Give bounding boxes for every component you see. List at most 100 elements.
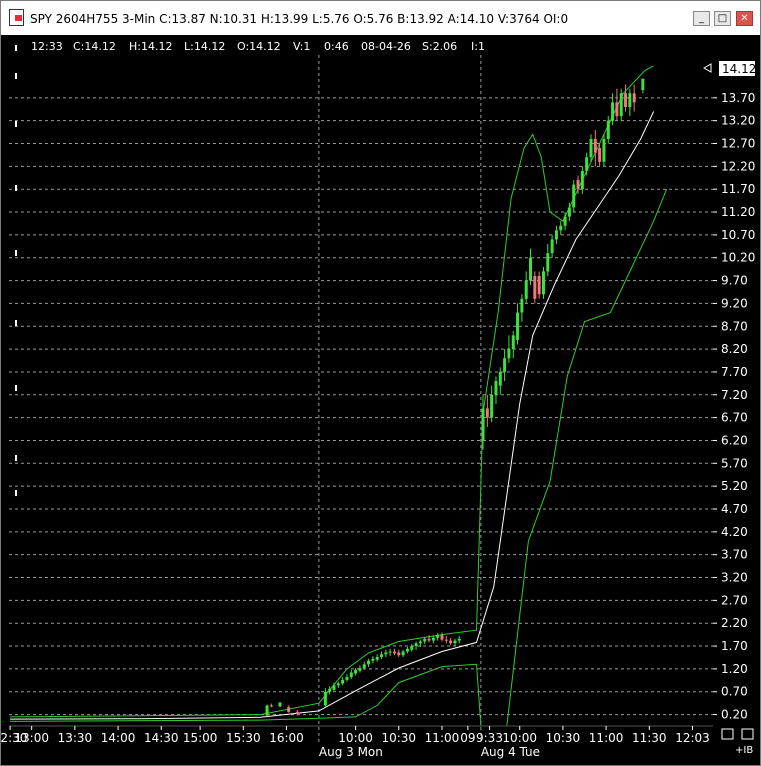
candle-body <box>401 651 405 656</box>
y-tick-label: 6.70 <box>721 411 748 425</box>
candle-body <box>641 78 645 91</box>
candle-body <box>336 683 340 686</box>
x-tick-label: 14:00 <box>101 731 136 745</box>
x-tick-label: 10:00 <box>338 731 373 745</box>
info-low: L:14.12 <box>184 40 225 53</box>
x-tick-label: 09 <box>460 731 475 745</box>
close-button[interactable]: ✕ <box>736 11 753 26</box>
candle-body <box>611 102 615 121</box>
up-candle[interactable] <box>602 134 606 167</box>
candle-body <box>295 711 299 714</box>
up-candle[interactable] <box>265 704 269 717</box>
price-chart[interactable]: 12:33 C:14.12 H:14.12 L:14.12 O:14.12 V:… <box>1 35 760 765</box>
y-tick-label: 3.70 <box>721 548 748 562</box>
y-tick-label: 8.20 <box>721 342 748 356</box>
candle-body <box>427 638 431 641</box>
up-candle[interactable] <box>541 266 545 299</box>
candle-body <box>632 93 636 103</box>
candle-body <box>572 184 576 208</box>
maximize-button[interactable]: □ <box>714 11 731 26</box>
window-title: SPY 2604H755 3-Min C:13.87 N:10.31 H:13.… <box>30 12 569 26</box>
session-label: Aug 4 Tue <box>481 745 540 759</box>
up-candle[interactable] <box>572 180 576 213</box>
candle-body <box>550 239 554 254</box>
y-tick-label: 5.70 <box>721 456 748 470</box>
up-candle[interactable] <box>619 88 623 121</box>
candle-body <box>388 651 392 653</box>
candle-body <box>397 652 401 656</box>
candle-body <box>593 138 597 153</box>
y-tick-label: 11.20 <box>721 205 755 219</box>
candle-body <box>602 138 606 162</box>
info-time: 12:33 <box>31 40 63 53</box>
last-price-tag: 14.12 <box>722 62 756 76</box>
candle-body <box>375 657 379 660</box>
candle-body <box>410 646 414 650</box>
candle-body <box>414 643 418 647</box>
candle-body <box>490 394 494 418</box>
info-open: O:14.12 <box>237 40 281 53</box>
candle-body <box>533 276 537 299</box>
candle-body <box>624 93 628 107</box>
info-spread: S:2.06 <box>422 40 457 53</box>
info-clock: 0:46 <box>324 40 349 53</box>
y-tick-label: 5.20 <box>721 479 748 493</box>
candle-body <box>485 408 489 418</box>
candle-body <box>615 102 619 117</box>
candle-body <box>380 654 384 658</box>
candle-body <box>511 335 515 350</box>
down-candle[interactable] <box>533 271 537 304</box>
candle-body <box>384 652 388 655</box>
candle-body <box>580 170 584 190</box>
candle-body <box>440 635 444 640</box>
y-tick-label: 13.20 <box>721 114 755 128</box>
y-tick-label: 8.70 <box>721 319 748 333</box>
x-tick-label: 14:30 <box>144 731 179 745</box>
candle-body <box>516 312 520 340</box>
y-tick-label: 0.70 <box>721 685 748 699</box>
candle-body <box>269 705 273 707</box>
x-tick-label: 11:00 <box>425 731 460 745</box>
ib-app-icon[interactable] <box>9 9 24 26</box>
x-tick-label: 16:00 <box>269 731 304 745</box>
candle-body <box>453 640 457 644</box>
candle-body <box>520 298 524 313</box>
title-bar[interactable]: SPY 2604H755 3-Min C:13.87 N:10.31 H:13.… <box>1 1 760 35</box>
candle-body <box>559 225 563 231</box>
candle-body <box>278 702 282 707</box>
candle-body <box>358 667 362 671</box>
candle-body <box>332 685 336 690</box>
y-tick-label: 1.20 <box>721 662 748 676</box>
x-tick-label: 10:30 <box>546 731 581 745</box>
candle-body <box>498 371 502 386</box>
candle-body <box>444 639 448 641</box>
candle-body <box>507 349 511 359</box>
candle-body <box>328 688 332 692</box>
candle-body <box>524 280 528 299</box>
minimize-button[interactable]: _ <box>693 11 710 26</box>
y-tick-label: 1.70 <box>721 639 748 653</box>
info-close: C:14.12 <box>73 40 116 53</box>
y-tick-label: 7.70 <box>721 365 748 379</box>
candle-body <box>503 358 507 372</box>
x-tick-label: 10:30 <box>381 731 416 745</box>
candle-body <box>481 408 485 441</box>
y-tick-label: 3.20 <box>721 571 748 585</box>
y-tick-label: 4.70 <box>721 502 748 516</box>
candle-body <box>529 257 533 281</box>
x-tick-label: 15:30 <box>226 731 261 745</box>
candle-body <box>606 120 610 139</box>
info-volume: V:1 <box>293 40 310 53</box>
candle-body <box>345 677 349 680</box>
candle-body <box>341 679 345 684</box>
candle-body <box>287 707 291 712</box>
candle-body <box>323 691 327 706</box>
y-tick-label: 0.20 <box>721 708 748 722</box>
candle-body <box>371 658 375 661</box>
y-tick-label: 10.70 <box>721 228 755 242</box>
candle-body <box>589 138 593 158</box>
candle-body <box>585 157 589 171</box>
ib-brand-label: +IB <box>735 745 753 756</box>
x-tick-label: 11:30 <box>632 731 667 745</box>
candle-body <box>576 180 580 190</box>
